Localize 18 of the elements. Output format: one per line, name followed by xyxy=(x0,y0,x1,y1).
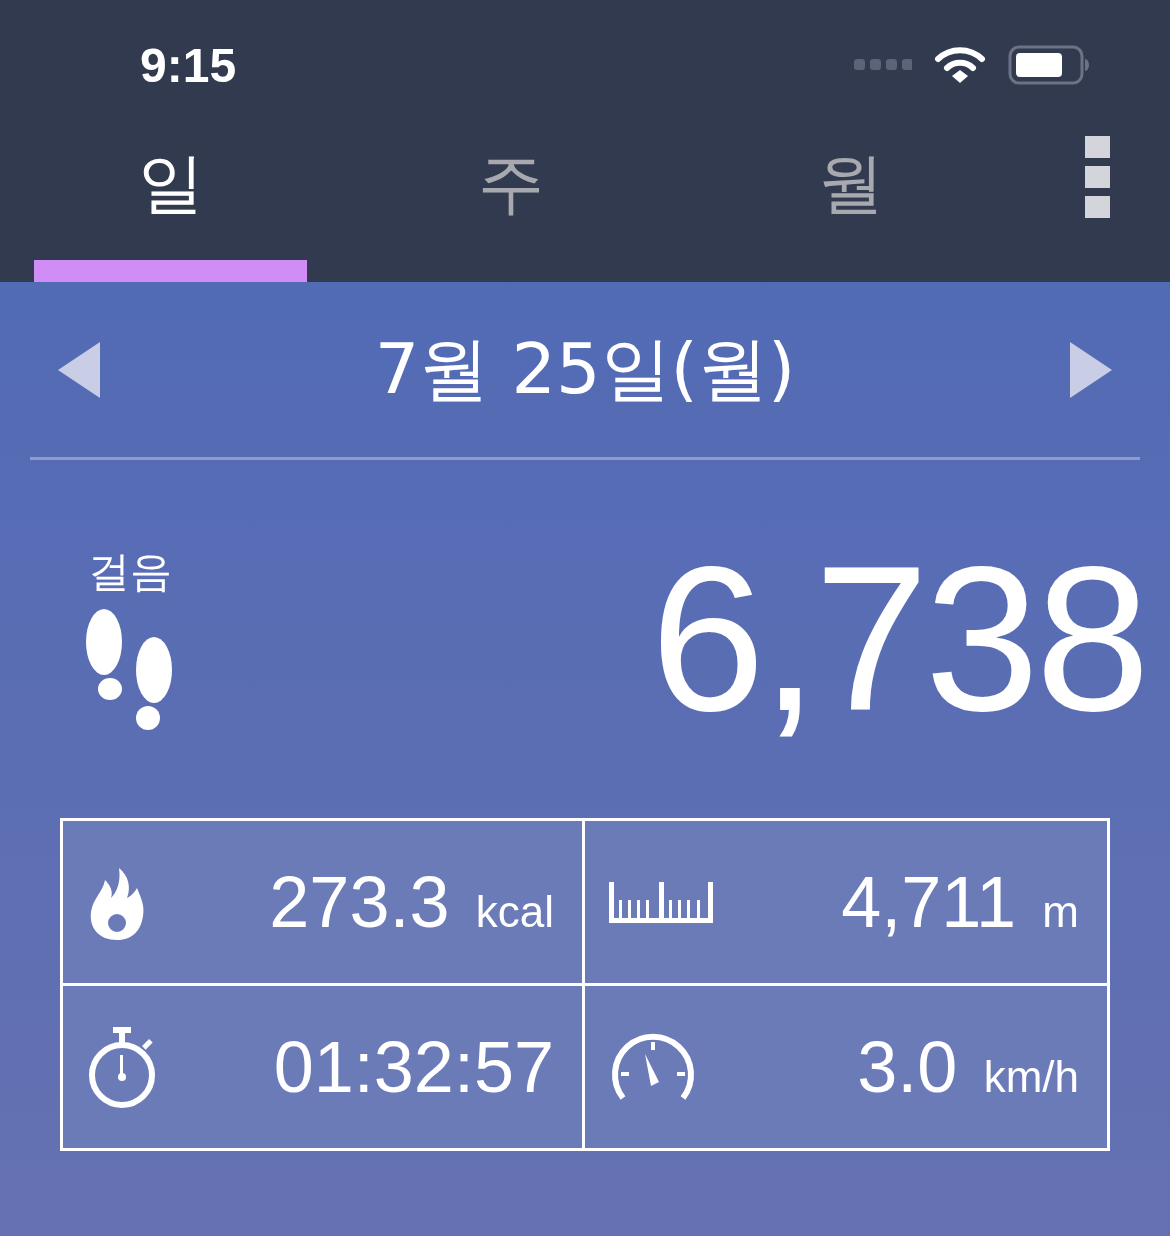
ruler-icon xyxy=(609,880,713,924)
tab[interactable]: 월 xyxy=(714,130,987,282)
stat-value: 4,711 m xyxy=(841,861,1079,943)
battery-icon xyxy=(1008,45,1090,85)
steps-label: 걸음 xyxy=(88,546,172,598)
steps-count: 6,738 xyxy=(650,522,1146,756)
previous-day-button[interactable] xyxy=(58,341,100,398)
status-time: 9:15 xyxy=(140,37,237,93)
menu-button[interactable] xyxy=(1085,136,1110,218)
next-day-button[interactable] xyxy=(1070,341,1112,398)
wifi-icon xyxy=(934,46,986,84)
signal-icon xyxy=(854,59,912,71)
speedometer-icon xyxy=(609,1032,697,1102)
tab[interactable]: 주 xyxy=(374,130,647,282)
stat-value: 273.3 kcal xyxy=(269,861,554,943)
stat-value: 01:32:57 xyxy=(273,1026,554,1108)
date-title: 7월 25일(월) xyxy=(374,326,796,412)
stat-value: 3.0 km/h xyxy=(857,1026,1079,1108)
